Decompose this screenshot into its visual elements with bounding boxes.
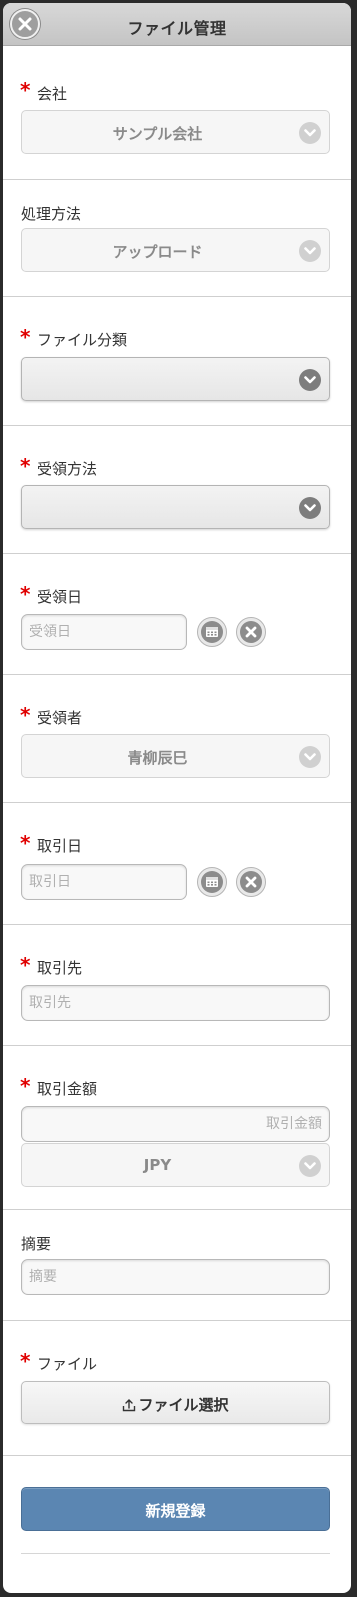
- amount-input[interactable]: [22, 1107, 329, 1141]
- amount-section: * 取引金額 JPY: [3, 1046, 351, 1210]
- file-category-section: * ファイル分類: [3, 297, 351, 426]
- receipt-method-select[interactable]: [21, 485, 330, 529]
- recipient-value: 青柳辰巳: [127, 749, 188, 767]
- required-mark: *: [20, 454, 31, 478]
- form-panel: ファイル管理 * 会社 サンプル会社 処理方法 アップロード * ファイル分類: [3, 3, 351, 1593]
- page-title: ファイル管理: [127, 19, 227, 38]
- required-mark: *: [20, 78, 31, 102]
- process-method-section: 処理方法 アップロード: [3, 180, 351, 297]
- transaction-date-calendar-button[interactable]: [197, 867, 227, 897]
- summary-field[interactable]: [21, 1259, 330, 1295]
- summary-input[interactable]: [22, 1260, 329, 1294]
- company-value: サンプル会社: [112, 125, 203, 143]
- transaction-date-clear-button[interactable]: [236, 867, 266, 897]
- file-label: ファイル: [37, 1355, 98, 1373]
- transaction-date-section: * 取引日: [3, 803, 351, 925]
- currency-value: JPY: [143, 1156, 172, 1174]
- company-section: * 会社 サンプル会社: [3, 46, 351, 180]
- transaction-date-field[interactable]: [21, 864, 187, 900]
- counterparty-field[interactable]: [21, 985, 330, 1021]
- chevron-down-icon: [299, 122, 321, 144]
- process-method-label: 処理方法: [21, 205, 82, 223]
- required-mark: *: [20, 831, 31, 855]
- receipt-date-field[interactable]: [21, 614, 187, 650]
- file-category-label: ファイル分類: [37, 331, 128, 349]
- amount-field[interactable]: [21, 1106, 330, 1142]
- counterparty-section: * 取引先: [3, 925, 351, 1046]
- upload-icon: [123, 1399, 136, 1412]
- chevron-down-icon: [299, 369, 321, 391]
- process-method-value: アップロード: [112, 243, 203, 261]
- required-mark: *: [20, 582, 31, 606]
- required-mark: *: [20, 1349, 31, 1373]
- clear-icon: [240, 871, 262, 893]
- file-select-label: ファイル選択: [138, 1396, 229, 1414]
- transaction-date-input[interactable]: [22, 865, 186, 899]
- amount-label: 取引金額: [37, 1080, 98, 1098]
- calendar-icon: [201, 871, 223, 893]
- receipt-date-calendar-button[interactable]: [197, 617, 227, 647]
- transaction-date-label: 取引日: [37, 837, 83, 855]
- required-mark: *: [20, 1074, 31, 1098]
- receipt-method-label: 受領方法: [37, 460, 98, 478]
- process-method-select[interactable]: アップロード: [21, 228, 330, 272]
- recipient-section: * 受領者 青柳辰巳: [3, 675, 351, 803]
- summary-section: 摘要: [3, 1210, 351, 1321]
- summary-label: 摘要: [21, 1235, 52, 1253]
- required-mark: *: [20, 325, 31, 349]
- chevron-down-icon: [299, 746, 321, 768]
- register-button[interactable]: 新規登録: [21, 1487, 330, 1531]
- receipt-date-section: * 受領日: [3, 554, 351, 675]
- company-select[interactable]: サンプル会社: [21, 110, 330, 154]
- calendar-icon: [201, 621, 223, 643]
- counterparty-input[interactable]: [22, 986, 329, 1020]
- chevron-down-icon: [299, 1155, 321, 1177]
- file-select-button[interactable]: ファイル選択: [21, 1381, 330, 1424]
- required-mark: *: [20, 703, 31, 727]
- file-category-select[interactable]: [21, 357, 330, 401]
- header-bar: ファイル管理: [3, 3, 351, 46]
- currency-select[interactable]: JPY: [21, 1143, 330, 1187]
- chevron-down-icon: [299, 240, 321, 262]
- receipt-method-section: * 受領方法: [3, 426, 351, 554]
- receipt-date-label: 受領日: [37, 588, 83, 606]
- file-section: * ファイル ファイル選択: [3, 1321, 351, 1456]
- counterparty-label: 取引先: [37, 959, 83, 977]
- recipient-select[interactable]: 青柳辰巳: [21, 734, 330, 778]
- company-label: 会社: [37, 85, 68, 103]
- required-mark: *: [20, 953, 31, 977]
- register-button-label: 新規登録: [145, 1502, 206, 1520]
- clear-icon: [240, 621, 262, 643]
- recipient-label: 受領者: [37, 709, 83, 727]
- receipt-date-input[interactable]: [22, 615, 186, 649]
- divider: [21, 1553, 330, 1554]
- chevron-down-icon: [299, 497, 321, 519]
- receipt-date-clear-button[interactable]: [236, 617, 266, 647]
